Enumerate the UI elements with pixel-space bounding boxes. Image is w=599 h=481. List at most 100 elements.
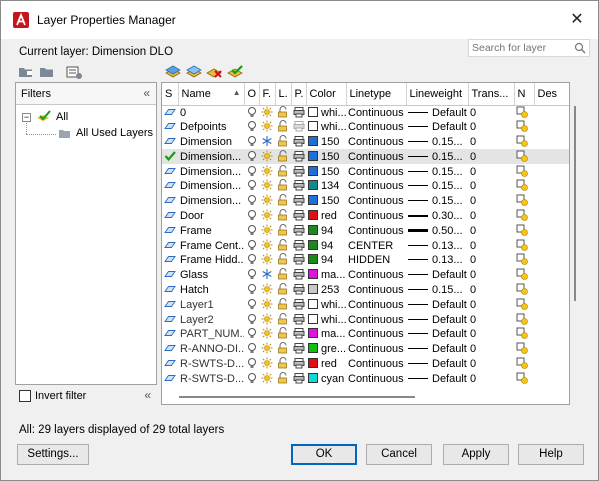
lightbulb-icon[interactable] <box>244 268 259 283</box>
layer-status-icon[interactable] <box>162 268 178 283</box>
thaw-sun-icon[interactable] <box>259 371 275 386</box>
layer-lineweight[interactable]: Default <box>406 342 468 357</box>
thaw-sun-icon[interactable] <box>259 105 275 120</box>
new-vp-freeze-icon[interactable] <box>514 149 534 165</box>
layer-row[interactable]: Dimension... 150 Continuous 0.15... 0 <box>162 194 569 209</box>
layer-linetype[interactable]: Continuous <box>346 312 406 327</box>
layer-status-icon[interactable] <box>162 253 178 268</box>
new-vp-freeze-icon[interactable] <box>514 357 534 372</box>
layer-linetype[interactable]: Continuous <box>346 357 406 372</box>
vertical-scrollbar[interactable] <box>572 106 578 396</box>
layer-description[interactable] <box>534 253 569 268</box>
layer-description[interactable] <box>534 223 569 238</box>
close-icon[interactable]: ✕ <box>568 11 586 29</box>
layer-row[interactable]: 0 whi... Continuous Default 0 <box>162 105 569 120</box>
col-header-name[interactable]: Name ▲ <box>178 83 245 106</box>
layer-description[interactable] <box>534 179 569 194</box>
layer-linetype[interactable]: Continuous <box>346 283 406 298</box>
frozen-snowflake-icon[interactable] <box>259 268 275 283</box>
layer-status-icon[interactable] <box>162 164 178 179</box>
lightbulb-icon[interactable] <box>244 371 259 386</box>
layer-color[interactable]: whi... <box>306 312 346 327</box>
layer-transparency[interactable]: 0 <box>468 120 514 135</box>
layer-description[interactable] <box>534 297 569 312</box>
layer-description[interactable] <box>534 105 569 120</box>
layer-transparency[interactable]: 0 <box>468 357 514 372</box>
layer-description[interactable] <box>534 268 569 283</box>
layer-description[interactable] <box>534 209 569 224</box>
thaw-sun-icon[interactable] <box>259 253 275 268</box>
plot-printer-icon[interactable] <box>291 371 306 386</box>
plot-printer-icon[interactable] <box>291 179 306 194</box>
lock-icon[interactable] <box>275 253 291 268</box>
current-layer-check-icon[interactable] <box>162 149 178 165</box>
layer-color[interactable]: ma... <box>306 327 346 342</box>
collapse-filters-icon[interactable]: « <box>143 86 150 100</box>
layer-status-icon[interactable] <box>162 357 178 372</box>
col-header-lineweight[interactable]: Lineweight <box>406 83 469 106</box>
layer-linetype[interactable]: Continuous <box>346 342 406 357</box>
search-layer-box[interactable] <box>468 39 590 57</box>
help-button[interactable]: Help <box>518 444 584 465</box>
layer-name[interactable]: Layer2 <box>178 312 244 327</box>
thaw-sun-icon[interactable] <box>259 194 275 209</box>
layer-lineweight[interactable]: 0.15... <box>406 164 468 179</box>
col-header-new-vp-freeze[interactable]: N <box>514 83 535 106</box>
layer-description[interactable] <box>534 238 569 253</box>
col-header-on[interactable]: O <box>244 83 260 106</box>
layer-status-icon[interactable] <box>162 105 178 120</box>
layer-lineweight[interactable]: 0.13... <box>406 253 468 268</box>
plot-printer-icon[interactable] <box>291 342 306 357</box>
horizontal-scrollbar[interactable] <box>161 393 570 403</box>
lightbulb-icon[interactable] <box>244 179 259 194</box>
filter-tree-item-all[interactable]: − All <box>16 110 156 126</box>
lightbulb-icon[interactable] <box>244 312 259 327</box>
layer-transparency[interactable]: 0 <box>468 164 514 179</box>
filter-tree-item-all-used[interactable]: All Used Layers <box>16 121 156 142</box>
layer-lineweight[interactable]: Default <box>406 268 468 283</box>
layer-transparency[interactable]: 0 <box>468 253 514 268</box>
thaw-sun-icon[interactable] <box>259 179 275 194</box>
lock-icon[interactable] <box>275 149 291 165</box>
plot-printer-icon[interactable] <box>291 223 306 238</box>
lightbulb-icon[interactable] <box>244 209 259 224</box>
layer-color[interactable]: whi... <box>306 120 346 135</box>
layer-transparency[interactable]: 0 <box>468 179 514 194</box>
lightbulb-icon[interactable] <box>244 149 259 165</box>
lightbulb-icon[interactable] <box>244 120 259 135</box>
lightbulb-icon[interactable] <box>244 283 259 298</box>
search-icon[interactable] <box>574 42 586 54</box>
layer-status-icon[interactable] <box>162 342 178 357</box>
plot-printer-icon[interactable] <box>291 209 306 224</box>
layer-linetype[interactable]: Continuous <box>346 164 406 179</box>
lock-icon[interactable] <box>275 209 291 224</box>
layer-name[interactable]: R-ANNO-DI... <box>178 342 244 357</box>
layer-row[interactable]: Frame Cent... 94 CENTER 0.13... 0 <box>162 238 569 253</box>
lock-icon[interactable] <box>275 268 291 283</box>
layer-row[interactable]: Frame Hidd... 94 HIDDEN 0.13... 0 <box>162 253 569 268</box>
invert-filter-checkbox[interactable] <box>19 390 31 402</box>
layer-linetype[interactable]: Continuous <box>346 135 406 150</box>
layer-color[interactable]: 150 <box>306 194 346 209</box>
layer-status-icon[interactable] <box>162 194 178 209</box>
col-header-description[interactable]: Des <box>534 83 569 106</box>
thaw-sun-icon[interactable] <box>259 283 275 298</box>
layer-color[interactable]: 94 <box>306 238 346 253</box>
new-vp-freeze-icon[interactable] <box>514 371 534 386</box>
plot-printer-icon[interactable] <box>291 268 306 283</box>
layer-name[interactable]: Dimension... <box>178 194 244 209</box>
thaw-sun-icon[interactable] <box>259 357 275 372</box>
layer-color[interactable]: gre... <box>306 342 346 357</box>
layer-row[interactable]: R-ANNO-DI... gre... Continuous Default 0 <box>162 342 569 357</box>
col-header-plot[interactable]: P. <box>291 83 307 106</box>
layer-description[interactable] <box>534 371 569 386</box>
layer-lineweight[interactable]: Default <box>406 105 468 120</box>
lock-icon[interactable] <box>275 120 291 135</box>
new-vp-freeze-icon[interactable] <box>514 283 534 298</box>
layer-name[interactable]: Frame Cent... <box>178 238 244 253</box>
settings-button[interactable]: Settings... <box>17 444 89 465</box>
layer-status-icon[interactable] <box>162 120 178 135</box>
lightbulb-icon[interactable] <box>244 135 259 150</box>
layer-name[interactable]: Defpoints <box>178 120 244 135</box>
layer-states-manager-icon[interactable] <box>65 64 83 80</box>
